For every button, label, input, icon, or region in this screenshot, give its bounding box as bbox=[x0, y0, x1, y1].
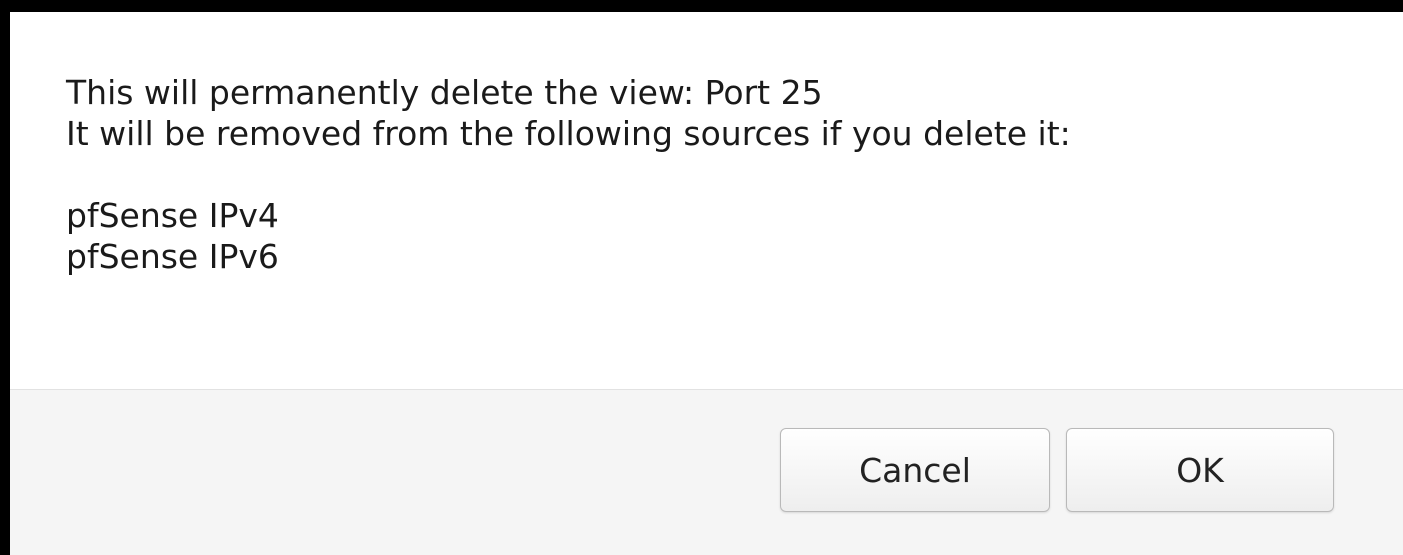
message-line-removed-from: It will be removed from the following so… bbox=[66, 114, 1071, 153]
source-item: pfSense IPv4 bbox=[66, 196, 279, 235]
dialog-footer: Cancel OK bbox=[10, 389, 1403, 555]
confirm-delete-dialog: This will permanently delete the view: P… bbox=[10, 12, 1403, 555]
cancel-button[interactable]: Cancel bbox=[780, 428, 1050, 512]
message-spacer bbox=[66, 154, 1071, 195]
dialog-message: This will permanently delete the view: P… bbox=[66, 72, 1071, 277]
source-item: pfSense IPv6 bbox=[66, 237, 279, 276]
dialog-body: This will permanently delete the view: P… bbox=[10, 12, 1403, 389]
message-line-delete-view: This will permanently delete the view: P… bbox=[66, 73, 823, 112]
ok-button[interactable]: OK bbox=[1066, 428, 1334, 512]
